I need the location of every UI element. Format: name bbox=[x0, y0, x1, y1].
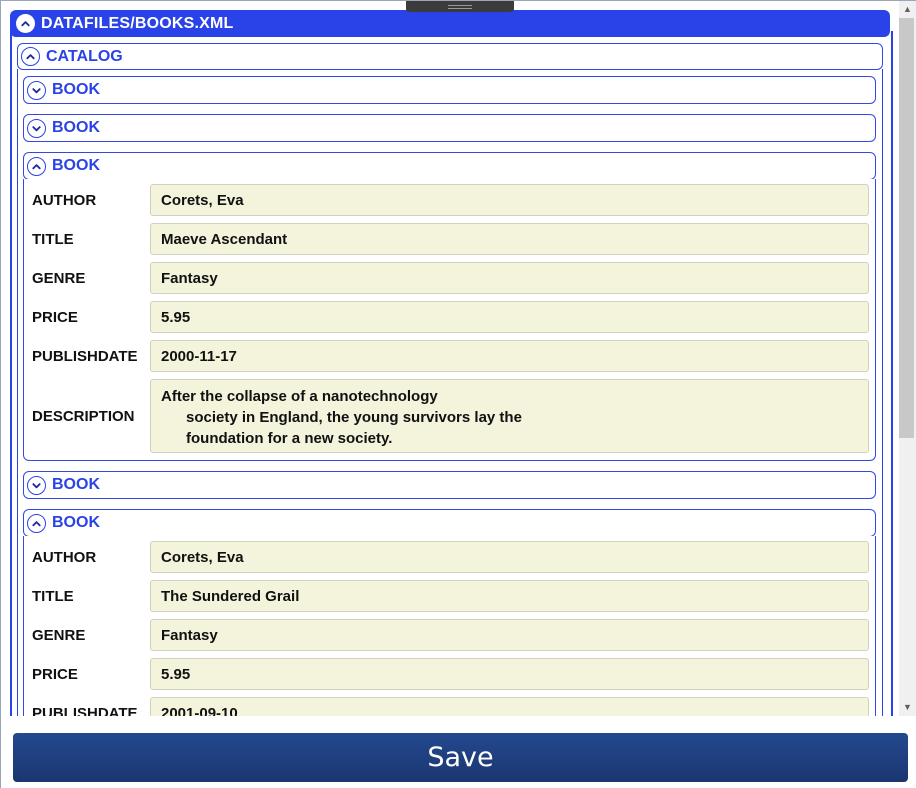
book-node-title: BOOK bbox=[52, 476, 100, 493]
book-node-header[interactable]: BOOK bbox=[23, 509, 876, 537]
xml-tree-view: DATAFILES/BOOKS.XML CATALOG BOOK BOOK BO… bbox=[1, 1, 899, 716]
field-row-title: TITLE The Sundered Grail bbox=[24, 580, 875, 612]
field-row-publishdate: PUBLISHDATE 2000-11-17 bbox=[24, 340, 875, 372]
description-field[interactable]: After the collapse of a nanotechnology s… bbox=[150, 379, 869, 453]
catalog-node-title: CATALOG bbox=[46, 47, 123, 65]
field-row-author: AUTHOR Corets, Eva bbox=[24, 541, 875, 573]
footer-bar: Save bbox=[1, 716, 916, 788]
field-row-price: PRICE 5.95 bbox=[24, 658, 875, 690]
field-label: GENRE bbox=[32, 269, 86, 287]
app-window: DATAFILES/BOOKS.XML CATALOG BOOK BOOK BO… bbox=[0, 0, 916, 788]
field-label: AUTHOR bbox=[32, 548, 97, 566]
chevron-down-icon[interactable] bbox=[27, 80, 46, 100]
field-label: TITLE bbox=[32, 587, 74, 605]
publishdate-field[interactable]: 2001-09-10 bbox=[150, 697, 869, 716]
chevron-up-icon[interactable] bbox=[21, 47, 40, 66]
chevron-up-icon[interactable] bbox=[27, 513, 46, 533]
scroll-up-icon[interactable]: ▲ bbox=[899, 1, 916, 18]
drag-handle[interactable] bbox=[406, 1, 514, 12]
field-label: PUBLISHDATE bbox=[32, 704, 138, 717]
book-node-title: BOOK bbox=[52, 119, 100, 136]
scrollbar-thumb[interactable] bbox=[899, 18, 914, 438]
book-node-header[interactable]: BOOK bbox=[23, 114, 876, 142]
root-node-title: DATAFILES/BOOKS.XML bbox=[41, 14, 234, 32]
book-fields-panel: AUTHOR Corets, Eva TITLE The Sundered Gr… bbox=[23, 536, 876, 716]
field-label: DESCRIPTION bbox=[32, 407, 135, 425]
publishdate-field[interactable]: 2000-11-17 bbox=[150, 340, 869, 372]
price-field[interactable]: 5.95 bbox=[150, 658, 869, 690]
field-row-genre: GENRE Fantasy bbox=[24, 619, 875, 651]
book-node-header[interactable]: BOOK bbox=[23, 152, 876, 180]
save-button[interactable]: Save bbox=[13, 733, 908, 782]
vertical-scrollbar[interactable]: ▲ ▼ bbox=[899, 1, 916, 716]
field-label: AUTHOR bbox=[32, 191, 97, 209]
field-label: TITLE bbox=[32, 230, 74, 248]
book-node-title: BOOK bbox=[52, 157, 100, 174]
field-row-description: DESCRIPTION After the collapse of a nano… bbox=[24, 379, 875, 453]
author-field[interactable]: Corets, Eva bbox=[150, 184, 869, 216]
book-node-title: BOOK bbox=[52, 81, 100, 98]
book-fields-panel: AUTHOR Corets, Eva TITLE Maeve Ascendant… bbox=[23, 179, 876, 461]
chevron-up-icon[interactable] bbox=[27, 156, 46, 176]
field-label: PUBLISHDATE bbox=[32, 347, 138, 365]
title-field[interactable]: The Sundered Grail bbox=[150, 580, 869, 612]
chevron-down-icon[interactable] bbox=[27, 118, 46, 138]
price-field[interactable]: 5.95 bbox=[150, 301, 869, 333]
field-row-price: PRICE 5.95 bbox=[24, 301, 875, 333]
genre-field[interactable]: Fantasy bbox=[150, 619, 869, 651]
field-row-genre: GENRE Fantasy bbox=[24, 262, 875, 294]
field-row-title: TITLE Maeve Ascendant bbox=[24, 223, 875, 255]
field-label: GENRE bbox=[32, 626, 86, 644]
chevron-down-icon[interactable] bbox=[27, 475, 46, 495]
book-node-title: BOOK bbox=[52, 514, 100, 531]
author-field[interactable]: Corets, Eva bbox=[150, 541, 869, 573]
title-field[interactable]: Maeve Ascendant bbox=[150, 223, 869, 255]
book-node-header[interactable]: BOOK bbox=[23, 471, 876, 499]
catalog-node-header[interactable]: CATALOG bbox=[17, 43, 883, 70]
field-row-publishdate: PUBLISHDATE 2001-09-10 bbox=[24, 697, 875, 716]
field-label: PRICE bbox=[32, 308, 78, 326]
field-label: PRICE bbox=[32, 665, 78, 683]
field-row-author: AUTHOR Corets, Eva bbox=[24, 184, 875, 216]
book-node-header[interactable]: BOOK bbox=[23, 76, 876, 104]
genre-field[interactable]: Fantasy bbox=[150, 262, 869, 294]
scroll-down-icon[interactable]: ▼ bbox=[899, 699, 916, 716]
